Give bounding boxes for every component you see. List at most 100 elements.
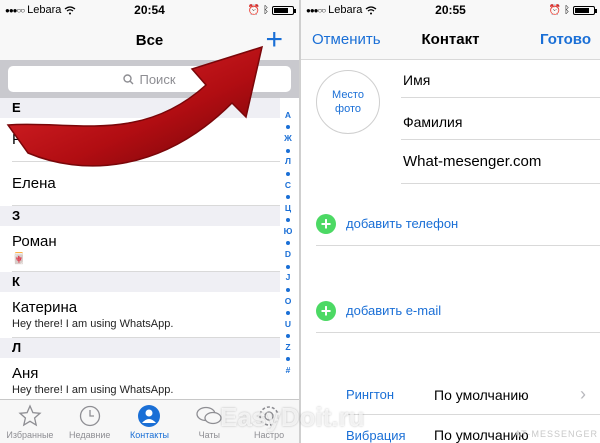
search-placeholder: Поиск: [139, 71, 176, 87]
section-header: К: [0, 272, 280, 292]
person-icon: [138, 405, 161, 427]
status-bar: ●●●○○ Lebara 20:54 ⏰ ᛒ: [0, 0, 299, 20]
tab-settings[interactable]: Настро: [239, 400, 299, 443]
add-photo-button[interactable]: Место фото: [316, 70, 380, 134]
battery-icon: [272, 5, 296, 15]
index-dot: [286, 264, 290, 269]
cancel-button[interactable]: Отменить: [312, 31, 381, 48]
index-dot: [286, 194, 290, 199]
wifi-icon: [366, 5, 377, 14]
carrier-name: Lebara: [328, 4, 363, 16]
contact-name: Елена: [12, 175, 56, 192]
search-bar: Поиск: [0, 60, 299, 98]
signal-dots-icon: ●●●○○: [306, 5, 326, 15]
index-dot: [286, 310, 290, 315]
contact-navbar: Отменить Контакт Готово: [301, 20, 600, 60]
index-letter[interactable]: U: [285, 319, 291, 331]
tab-label: Контакты: [130, 430, 169, 440]
add-phone-label: добавить телефон: [346, 216, 459, 231]
contacts-screen: ●●●○○ Lebara 20:54 ⏰ ᛒ Все + Поиск Е Рит…: [0, 0, 299, 443]
index-letter[interactable]: С: [285, 180, 291, 192]
contact-name: Рит: [12, 131, 38, 148]
list-item[interactable]: Рит: [12, 118, 280, 162]
index-letter[interactable]: Л: [285, 156, 291, 168]
carrier-name: Lebara: [27, 4, 62, 16]
tab-label: Недавние: [69, 430, 111, 440]
index-dot: [286, 148, 290, 153]
tab-label: Избранные: [6, 430, 54, 440]
settings-gear-icon: [259, 406, 279, 426]
done-button[interactable]: Готово: [540, 31, 591, 48]
section-header: З: [0, 206, 280, 226]
bluetooth-icon: ᛒ: [564, 4, 570, 16]
index-dot: [286, 287, 290, 292]
corner-watermark: AT·MESSENGER: [514, 429, 598, 439]
list-item[interactable]: Аня Hey there! I am using WhatsApp.: [12, 358, 280, 404]
photo-label-line1: Место: [332, 89, 364, 101]
page-title: Все: [135, 31, 164, 49]
search-icon: [123, 73, 134, 84]
index-letter[interactable]: А: [285, 110, 291, 122]
star-icon: [18, 404, 42, 427]
battery-icon: [573, 5, 597, 15]
tab-bar: Избранные Недавние Контакты Чаты Настро: [0, 399, 299, 443]
wifi-icon: [65, 5, 76, 14]
add-plus-icon: +: [316, 300, 336, 321]
index-letter[interactable]: Ц: [285, 203, 291, 215]
first-name-field[interactable]: Имя: [401, 62, 600, 98]
tab-favorites[interactable]: Избранные: [0, 400, 60, 443]
add-plus-icon: +: [316, 213, 336, 234]
contacts-navbar: Все +: [0, 20, 299, 60]
vibration-label: Вибрация: [346, 427, 406, 443]
ringtone-row[interactable]: Рингтон По умолчанию ›: [346, 375, 600, 415]
contact-name: Катерина: [12, 299, 78, 316]
chat-bubbles-icon: [196, 406, 222, 425]
tab-contacts[interactable]: Контакты: [120, 400, 180, 443]
search-input[interactable]: Поиск: [8, 66, 291, 92]
alarm-icon: ⏰: [548, 4, 561, 16]
section-header: Е: [0, 98, 280, 118]
tab-chats[interactable]: Чаты: [179, 400, 239, 443]
contact-status: 🀄: [12, 252, 26, 265]
section-index[interactable]: А Ж Л С Ц Ю D J O U Z #: [282, 110, 294, 377]
add-email-label: добавить e-mail: [346, 303, 442, 318]
list-item[interactable]: Катерина Hey there! I am using WhatsApp.: [12, 292, 280, 338]
index-letter[interactable]: Ю: [284, 226, 293, 238]
status-bar: ●●●○○ Lebara 20:55 ⏰ ᛒ: [301, 0, 600, 20]
clock-icon: [79, 405, 100, 427]
index-letter[interactable]: D: [285, 249, 291, 261]
index-dot: [286, 218, 290, 223]
chevron-right-icon: ›: [580, 384, 586, 404]
contact-status: Hey there! I am using WhatsApp.: [12, 318, 174, 330]
index-dot: [286, 334, 290, 339]
tab-label: Чаты: [198, 430, 220, 440]
index-letter[interactable]: Z: [285, 342, 290, 354]
ringtone-value: По умолчанию: [434, 386, 529, 403]
index-dot: [286, 125, 290, 130]
bluetooth-icon: ᛒ: [263, 4, 269, 16]
index-letter[interactable]: Ж: [284, 133, 292, 145]
tab-label: Настро: [254, 430, 285, 440]
alarm-icon: ⏰: [247, 4, 260, 16]
last-name-field[interactable]: Фамилия: [401, 104, 600, 140]
contact-status: Hey there! I am using WhatsApp.: [12, 384, 174, 396]
contact-name: Роман: [12, 232, 57, 250]
photo-label-line2: фото: [335, 103, 361, 115]
signal-dots-icon: ●●●○○: [5, 5, 25, 15]
index-letter[interactable]: O: [285, 296, 292, 308]
index-letter[interactable]: #: [286, 365, 291, 377]
list-item[interactable]: Елена: [12, 162, 280, 206]
section-header: Л: [0, 338, 280, 358]
add-phone-button[interactable]: + добавить телефон: [316, 202, 600, 246]
ringtone-label: Рингтон: [346, 387, 395, 402]
index-dot: [286, 171, 290, 176]
plus-icon[interactable]: +: [265, 23, 283, 57]
company-field[interactable]: What-mesenger.com: [401, 140, 600, 184]
add-email-button[interactable]: + добавить e-mail: [316, 289, 600, 333]
list-item[interactable]: Роман 🀄: [12, 226, 280, 272]
vibration-row[interactable]: Вибрация По умолчанию AT·MESSENGER: [346, 415, 600, 443]
new-contact-screen: ●●●○○ Lebara 20:55 ⏰ ᛒ Отменить Контакт …: [301, 0, 600, 443]
index-letter[interactable]: J: [286, 272, 291, 284]
contacts-list: Е Рит Елена З Роман 🀄 К Катерина Hey there…: [0, 98, 280, 404]
tab-recents[interactable]: Недавние: [60, 400, 120, 443]
